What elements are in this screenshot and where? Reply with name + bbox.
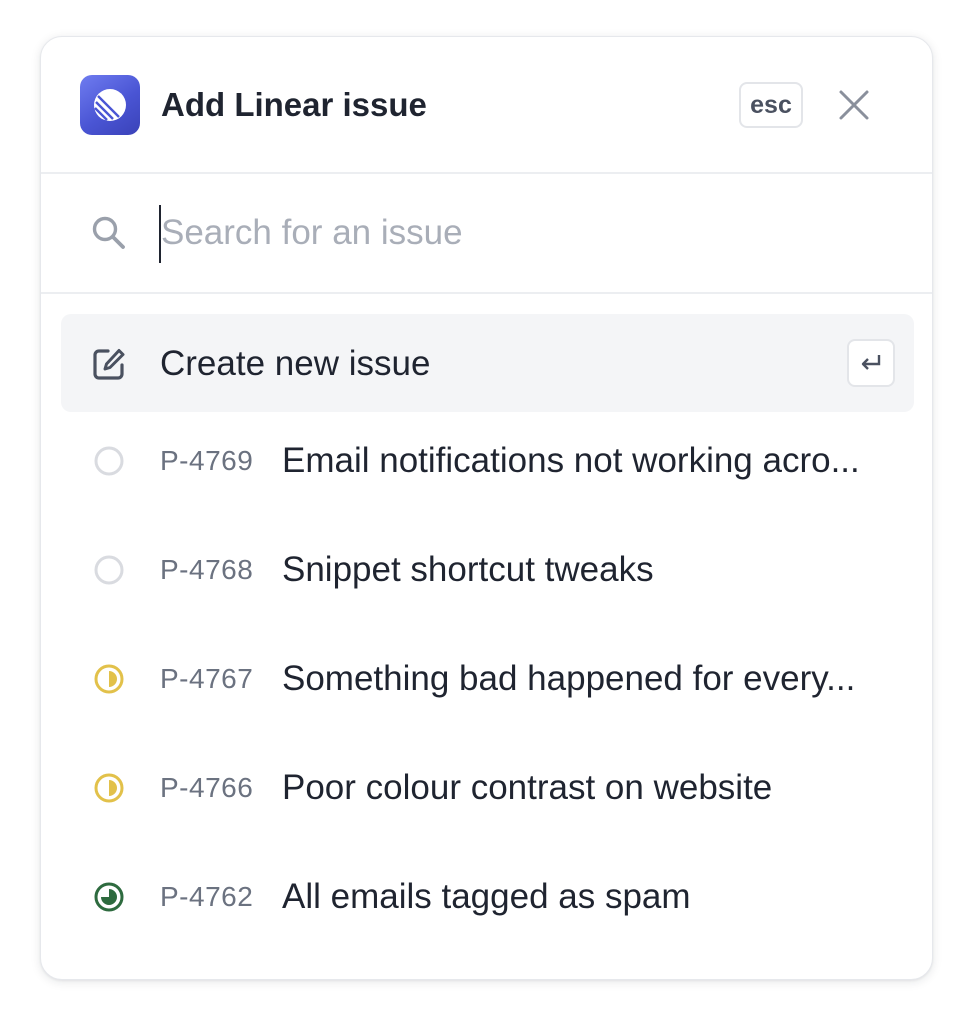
issue-id: P-4762 <box>160 881 254 912</box>
issue-title: Snippet shortcut tweaks <box>282 550 654 589</box>
issue-title: Poor colour contrast on website <box>282 768 773 807</box>
empty-circle-icon <box>94 446 124 476</box>
search-bar <box>41 174 932 294</box>
search-input[interactable] <box>161 210 861 256</box>
issue-row[interactable]: P-4766 Poor colour contrast on website <box>61 739 914 839</box>
issue-id: P-4768 <box>160 554 254 585</box>
create-new-issue-button[interactable]: Create new issue <box>61 314 914 412</box>
issue-title: Email notifications not working acro... <box>282 441 860 480</box>
half-circle-icon <box>94 773 124 803</box>
issue-id: P-4767 <box>160 663 254 694</box>
create-new-issue-label: Create new issue <box>160 344 431 383</box>
issue-id: P-4769 <box>160 445 254 476</box>
issue-title: All emails tagged as spam <box>282 877 691 916</box>
issue-row[interactable]: P-4768 Snippet shortcut tweaks <box>61 521 914 621</box>
esc-key-hint[interactable]: esc <box>739 82 803 128</box>
enter-key-hint <box>847 339 895 387</box>
issue-title: Something bad happened for every... <box>282 659 856 698</box>
issue-row[interactable]: P-4767 Something bad happened for every.… <box>61 630 914 730</box>
dialog-title: Add Linear issue <box>161 86 427 123</box>
close-icon <box>839 90 869 120</box>
issue-row[interactable]: P-4769 Email notifications not working a… <box>61 412 914 512</box>
three-quarter-circle-icon <box>94 882 124 912</box>
edit-square-icon <box>93 349 125 380</box>
dialog-header: Add Linear issue esc <box>41 37 932 174</box>
close-button[interactable] <box>834 85 874 125</box>
linear-logo-icon <box>80 75 140 135</box>
add-linear-issue-dialog: Add Linear issue esc Create new issue <box>40 36 933 980</box>
issue-row[interactable]: P-4762 All emails tagged as spam <box>61 848 914 948</box>
issue-id: P-4766 <box>160 772 254 803</box>
half-circle-icon <box>94 664 124 694</box>
empty-circle-icon <box>94 555 124 585</box>
enter-key-icon <box>861 355 881 370</box>
search-icon <box>92 216 125 249</box>
